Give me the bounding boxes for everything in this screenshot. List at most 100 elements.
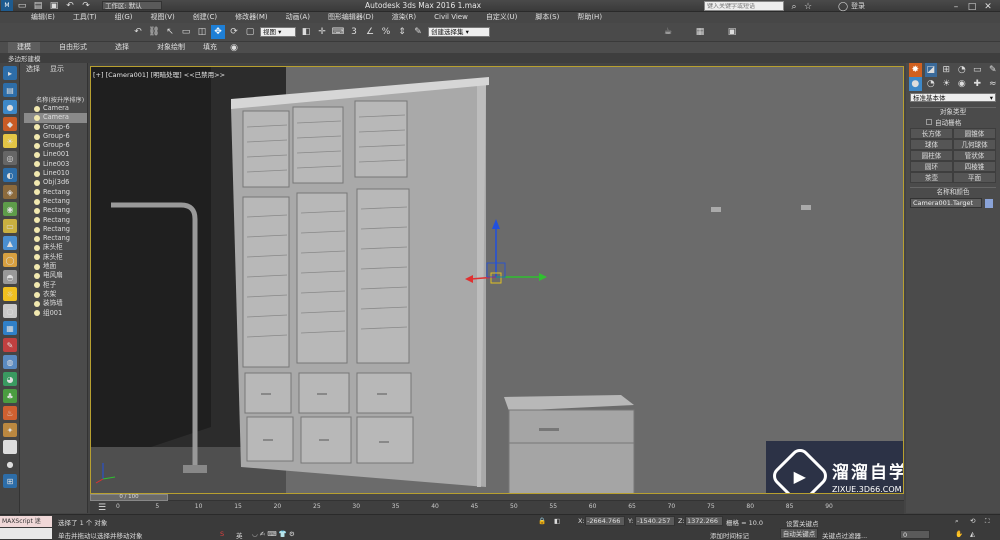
helpers-icon[interactable]: ✚ bbox=[971, 77, 984, 91]
transform-mode-icon[interactable]: ◧ bbox=[554, 517, 560, 525]
visibility-bulb-icon[interactable] bbox=[34, 161, 40, 168]
edit-named-sets-icon[interactable]: ✎ bbox=[411, 25, 425, 39]
scene-list-item[interactable]: Line003 bbox=[24, 160, 87, 169]
workspace-dropdown[interactable]: 工作区: 默认 bbox=[102, 1, 162, 10]
sphere-button[interactable]: 球体 bbox=[910, 139, 953, 150]
scene-list-item[interactable]: Camera bbox=[24, 104, 87, 113]
search-field[interactable] bbox=[704, 1, 784, 11]
scene-list-item[interactable]: Line001 bbox=[24, 150, 87, 159]
undo-toolbar-icon[interactable]: ↶ bbox=[131, 25, 145, 39]
open-file-icon[interactable]: ▤ bbox=[31, 0, 45, 13]
scene-tab-select[interactable]: 选择 bbox=[26, 64, 40, 74]
ball-tool-icon[interactable]: ● bbox=[3, 440, 17, 454]
new-file-icon[interactable]: ▭ bbox=[15, 0, 29, 13]
ime-tray-icon[interactable]: S bbox=[220, 530, 224, 538]
spacewarps-icon[interactable]: ≈ bbox=[987, 77, 1000, 91]
pivot-icon[interactable]: ◧ bbox=[299, 25, 313, 39]
cone-tool-icon[interactable]: ▲ bbox=[3, 236, 17, 250]
tray-icons[interactable]: ◡ ✍ ⌨ 👕 ⚙ bbox=[252, 530, 295, 538]
auto-key-button[interactable]: 自动关键点 bbox=[780, 528, 818, 539]
scene-list-item[interactable]: Rectang bbox=[24, 225, 87, 234]
camera-tool-icon[interactable]: ◎ bbox=[3, 151, 17, 165]
set-key-label[interactable]: 设置关键点 bbox=[786, 518, 819, 528]
z-coordinate-field[interactable]: 1372.266 bbox=[685, 516, 723, 526]
scene-list-item[interactable]: 柜子 bbox=[24, 281, 87, 290]
reference-coord-dropdown[interactable]: 视图 ▾ bbox=[260, 27, 296, 37]
object-color-swatch[interactable] bbox=[985, 198, 993, 208]
space-warp-icon[interactable]: ◈ bbox=[3, 185, 17, 199]
menu-scripting[interactable]: 脚本(S) bbox=[526, 12, 568, 23]
scene-list-item[interactable]: Group-6 bbox=[24, 132, 87, 141]
pyramid-button[interactable]: 四棱锥 bbox=[953, 161, 996, 172]
scene-column-header[interactable]: 名称(按升序排序) bbox=[20, 95, 87, 104]
network-tool-icon[interactable]: ⊞ bbox=[3, 474, 17, 488]
window-crossing-icon[interactable]: ◫ bbox=[195, 25, 209, 39]
track-toggle-icon[interactable]: ☰ bbox=[95, 501, 109, 515]
track-bar[interactable]: 0 5 10 15 20 25 30 35 40 45 50 55 60 65 70 75 80 85 90 bbox=[116, 501, 904, 514]
rollout-object-type[interactable]: 对象类型 bbox=[910, 107, 996, 116]
rollout-name-color[interactable]: 名称和颜色 bbox=[910, 187, 996, 196]
menu-views[interactable]: 视图(V) bbox=[142, 12, 184, 23]
bulb-tool-icon[interactable]: ○ bbox=[3, 304, 17, 318]
scene-list-item[interactable]: Rectang bbox=[24, 206, 87, 215]
login-label[interactable]: 登录 bbox=[851, 1, 865, 11]
nav-maximize-icon[interactable]: ⛶ bbox=[985, 517, 990, 526]
scene-list-item[interactable]: 地面 bbox=[24, 262, 87, 271]
select-manipulate-icon[interactable]: ✛ bbox=[315, 25, 329, 39]
visibility-bulb-icon[interactable] bbox=[34, 114, 40, 121]
menu-edit[interactable]: 编辑(E) bbox=[22, 12, 64, 23]
select-link-icon[interactable]: ⛓ bbox=[147, 25, 161, 39]
helper-tool-icon[interactable]: ◐ bbox=[3, 168, 17, 182]
torus-button[interactable]: 圆环 bbox=[910, 161, 953, 172]
visibility-bulb-icon[interactable] bbox=[34, 124, 40, 131]
scene-list-item[interactable]: Rectang bbox=[24, 197, 87, 206]
scene-list-item[interactable]: Group-6 bbox=[24, 123, 87, 132]
add-time-tag[interactable]: 添加时间标记 bbox=[710, 530, 749, 540]
menu-graph-editors[interactable]: 图形编辑器(D) bbox=[319, 12, 383, 23]
visibility-bulb-icon[interactable] bbox=[34, 235, 40, 242]
visibility-bulb-icon[interactable] bbox=[34, 263, 40, 270]
motion-tab-icon[interactable]: ◔ bbox=[956, 63, 969, 77]
ribbon-tab-freeform[interactable]: 自由形式 bbox=[50, 42, 96, 53]
scene-list-item[interactable]: Rectang bbox=[24, 216, 87, 225]
display-tab-icon[interactable]: ▭ bbox=[971, 63, 984, 77]
ribbon-tab-object-paint[interactable]: 对象绘制 bbox=[148, 42, 194, 53]
key-filters-button[interactable]: 关键点过滤器... bbox=[822, 530, 867, 540]
x-coordinate-field[interactable]: -2664.766 bbox=[585, 516, 625, 526]
visibility-bulb-icon[interactable] bbox=[34, 291, 40, 298]
render-production-icon[interactable]: ▣ bbox=[725, 25, 739, 39]
dark-sphere-icon[interactable]: ● bbox=[3, 457, 17, 471]
menu-group[interactable]: 组(G) bbox=[106, 12, 142, 23]
scene-list-item[interactable]: 衣架 bbox=[24, 290, 87, 299]
save-icon[interactable]: ▣ bbox=[47, 0, 61, 13]
select-move-icon[interactable]: ✥ bbox=[211, 25, 225, 39]
object-name-field[interactable]: Camera001.Target bbox=[910, 198, 982, 208]
display-tool-icon[interactable]: ▤ bbox=[3, 83, 17, 97]
scene-list-item[interactable]: Obj(3d6 bbox=[24, 178, 87, 187]
visibility-bulb-icon[interactable] bbox=[34, 245, 40, 252]
visibility-bulb-icon[interactable] bbox=[34, 310, 40, 317]
menu-tools[interactable]: 工具(T) bbox=[64, 12, 106, 23]
select-object-icon[interactable]: ↖ bbox=[163, 25, 177, 39]
autogrid-checkbox[interactable] bbox=[926, 118, 932, 125]
scene-list-item[interactable]: 电风扇 bbox=[24, 271, 87, 280]
box-tool-icon[interactable]: ▭ bbox=[3, 219, 17, 233]
scene-list-item[interactable]: 床头柜 bbox=[24, 253, 87, 262]
visibility-bulb-icon[interactable] bbox=[34, 198, 40, 205]
undo-icon[interactable]: ↶ bbox=[63, 0, 77, 13]
named-selection-dropdown[interactable]: 创建选择集 ▾ bbox=[428, 27, 490, 37]
app-logo-icon[interactable]: M bbox=[1, 0, 13, 11]
nav-fov-icon[interactable]: ◭ bbox=[970, 530, 975, 538]
globe-tool-icon[interactable]: ◕ bbox=[3, 372, 17, 386]
visibility-bulb-icon[interactable] bbox=[34, 189, 40, 196]
maxscript-mini[interactable] bbox=[0, 528, 52, 539]
menu-civil-view[interactable]: Civil View bbox=[425, 12, 477, 23]
select-tool-icon[interactable]: ▸ bbox=[3, 66, 17, 80]
ribbon-tab-modeling[interactable]: 建模 bbox=[8, 42, 40, 53]
search-input[interactable] bbox=[705, 3, 783, 11]
hair-tool-icon[interactable]: ✦ bbox=[3, 423, 17, 437]
create-tab-icon[interactable]: ✸ bbox=[909, 63, 922, 77]
rotate-icon[interactable]: ⟳ bbox=[227, 25, 241, 39]
modify-tab-icon[interactable]: ◪ bbox=[924, 63, 937, 77]
scene-list-item[interactable]: Rectang bbox=[24, 188, 87, 197]
